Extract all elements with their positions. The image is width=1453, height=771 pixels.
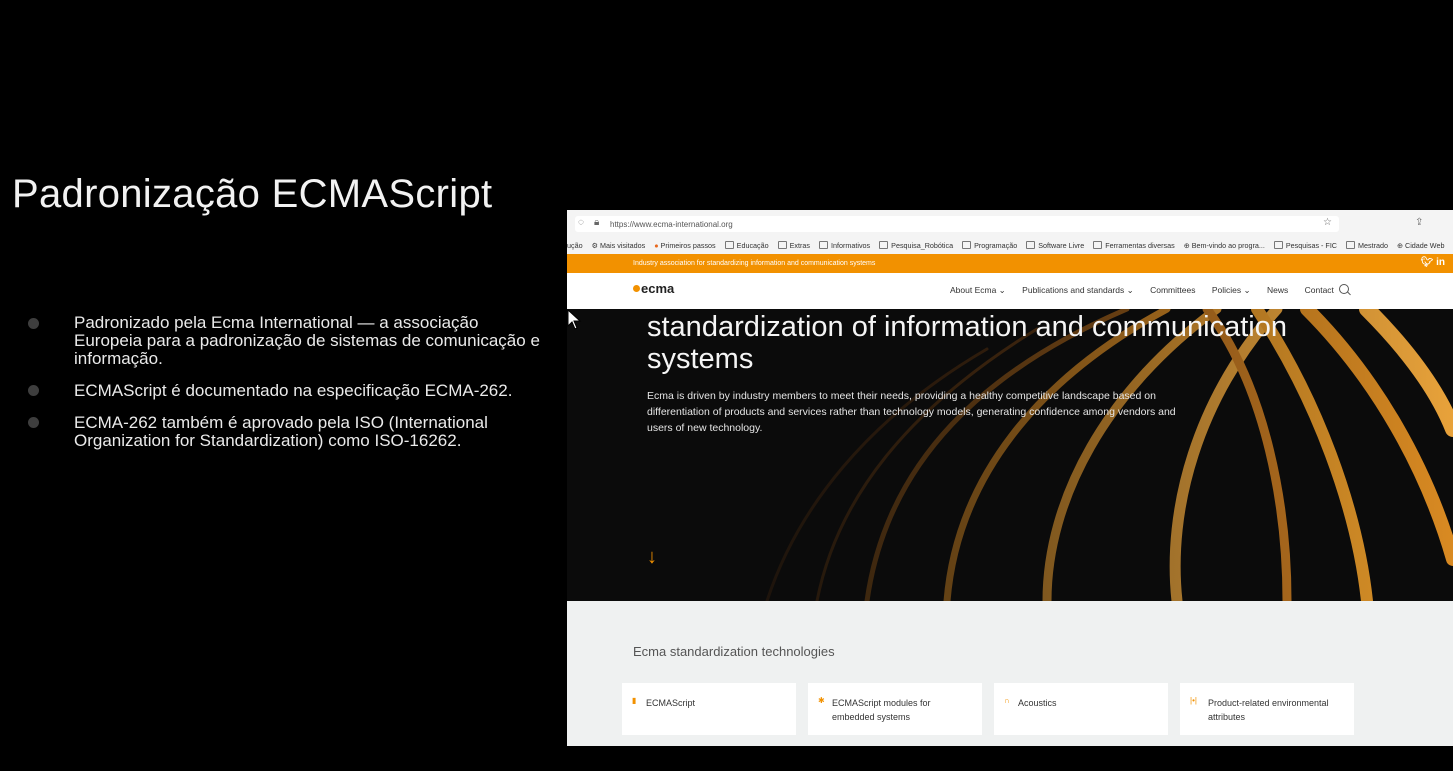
logo-text: ecma [641, 281, 675, 296]
gear-icon: ⚙︎ [591, 241, 599, 250]
menu-item-news[interactable]: News [1267, 285, 1288, 295]
bullet-text: Padronizado pela Ecma International — a … [74, 313, 540, 368]
folder-icon [724, 241, 734, 249]
bookmark-label: ução [567, 241, 583, 250]
tech-card-label: ECMAScript [646, 698, 696, 708]
main-menu: About Ecma ⌄ Publications and standards … [950, 285, 1348, 296]
bookmarks-bar: ução ⚙︎ Mais visitados ● Primeiros passo… [567, 238, 1453, 255]
bookmark[interactable]: ⊕ Cidade Web [1397, 238, 1444, 254]
bullet-dot-icon [28, 385, 39, 396]
bookmark[interactable]: Software Livre [1026, 238, 1084, 254]
bookmark-label: Mestrado [1358, 241, 1388, 250]
bookmark-star-icon[interactable]: ☆ [1323, 217, 1332, 228]
folder-icon [962, 241, 972, 249]
social-links: 🐦︎ in [1421, 257, 1445, 268]
bookmark-label: Primeiros passos [660, 241, 716, 250]
logo-dot-icon [633, 285, 640, 292]
banner-text: Industry association for standardizing i… [633, 260, 876, 267]
bookmark[interactable]: ⚙︎ Mais visitados [592, 238, 646, 254]
bullet-item: ECMA-262 também é aprovado pela ISO (Int… [28, 414, 548, 450]
globe-icon: ⊕ [1183, 241, 1190, 250]
menu-item-policies[interactable]: Policies ⌄ [1212, 285, 1251, 295]
bookmark[interactable]: Pesquisas - FIC [1273, 238, 1338, 254]
bookmark[interactable]: Ferramentas diversas [1093, 238, 1175, 254]
menu-item-about[interactable]: About Ecma ⌄ [950, 285, 1006, 295]
tech-card[interactable]: |•| Product-related environmental attrib… [1180, 683, 1354, 735]
tech-card[interactable]: ∩ Acoustics [994, 683, 1168, 735]
hero-title: standardization of information and commu… [647, 311, 1287, 375]
folder-icon [1093, 241, 1103, 249]
slide-title: Padronização ECMAScript [12, 172, 493, 216]
bookmark-label: Educação [736, 241, 769, 250]
mouse-cursor-icon [567, 309, 582, 330]
tech-card[interactable]: ▮ ECMAScript [622, 683, 796, 735]
bookmark[interactable]: Informativos [819, 238, 870, 254]
globe-icon: ⊕ [1396, 241, 1404, 250]
bullet-list: Padronizado pela Ecma International — a … [28, 300, 548, 464]
tech-card[interactable]: ✱ ECMAScript modules for embedded system… [808, 683, 982, 735]
bookmark[interactable]: ⊕ Bem-vindo ao progra... [1184, 238, 1265, 254]
ecma-logo[interactable]: ecma [633, 281, 695, 301]
twitter-icon[interactable]: 🐦︎ [1421, 257, 1434, 268]
bookmark-label: Mais visitados [600, 241, 646, 250]
lock-icon: 🔒︎ [594, 217, 600, 228]
address-bar: ◌ 🔒︎ https://www.ecma-international.org … [567, 210, 1453, 239]
bookmark-label: Programação [974, 241, 1018, 250]
menu-item-contact[interactable]: Contact [1305, 285, 1334, 295]
scroll-down-arrow-icon[interactable]: ↓ [647, 546, 657, 569]
bullet-text: ECMAScript é documentado na especificaçã… [74, 381, 513, 400]
bookmark-label: Bem-vindo ao progra... [1191, 241, 1265, 250]
bookmark-label: Cidade Web [1405, 241, 1445, 250]
site-navigation: ecma About Ecma ⌄ Publications and stand… [567, 273, 1453, 309]
folder-icon [1273, 241, 1283, 249]
bookmark[interactable]: Educação [724, 238, 769, 254]
bookmark-label: Software Livre [1038, 241, 1085, 250]
bullet-text: ECMA-262 também é aprovado pela ISO (Int… [74, 413, 488, 450]
bookmark-label: Ferramentas diversas [1105, 241, 1175, 250]
technologies-section: Ecma standardization technologies ▮ ECMA… [567, 601, 1453, 746]
bookmark[interactable]: Programação [962, 238, 1017, 254]
bookmark-label: Pesquisa_Robótica [891, 241, 954, 250]
folder-icon [819, 241, 828, 249]
document-icon: ▮ [632, 696, 637, 705]
folder-icon [1026, 241, 1036, 249]
bullet-dot-icon [28, 417, 39, 428]
bookmark[interactable]: ução [567, 238, 583, 254]
tech-card-label: Acoustics [1018, 698, 1057, 708]
browser-window: ◌ 🔒︎ https://www.ecma-international.org … [567, 210, 1453, 746]
bullet-item: ECMAScript é documentado na especificaçã… [28, 382, 548, 400]
menu-item-publications[interactable]: Publications and standards ⌄ [1022, 285, 1134, 295]
shield-icon: ◌ [578, 217, 584, 228]
tech-card-label: ECMAScript modules for embedded systems [832, 698, 931, 722]
brackets-icon: |•| [1190, 696, 1197, 705]
bookmark[interactable]: Extras [777, 238, 810, 254]
star-icon: ✱ [818, 696, 825, 705]
pocket-icon[interactable]: ⇪ [1415, 217, 1423, 228]
technologies-title: Ecma standardization technologies [633, 644, 835, 659]
bullet-item: Padronizado pela Ecma International — a … [28, 314, 548, 368]
folder-icon [879, 241, 889, 249]
folder-icon [777, 241, 787, 249]
hero-section: standardization of information and commu… [567, 309, 1453, 601]
top-banner: Industry association for standardizing i… [567, 254, 1453, 273]
bookmark[interactable]: Pesquisa_Robótica [879, 238, 953, 254]
bookmark-label: Extras [789, 241, 810, 250]
firefox-icon: ● [654, 241, 659, 250]
tech-card-label: Product-related environmental attributes [1208, 698, 1329, 722]
hero-description: Ecma is driven by industry members to me… [647, 390, 1176, 434]
bookmark[interactable]: Mestrado [1346, 238, 1388, 254]
url-text[interactable]: https://www.ecma-international.org [610, 220, 733, 229]
search-icon[interactable] [1339, 284, 1349, 294]
bullet-dot-icon [28, 318, 39, 329]
linkedin-icon[interactable]: in [1436, 257, 1445, 268]
bookmark[interactable]: ● Primeiros passos [654, 238, 715, 254]
folder-icon [1346, 241, 1356, 249]
bookmark-label: Informativos [831, 241, 871, 250]
bookmark-label: Pesquisas - FIC [1285, 241, 1338, 250]
menu-item-committees[interactable]: Committees [1150, 285, 1195, 295]
headphones-icon: ∩ [1004, 696, 1010, 705]
